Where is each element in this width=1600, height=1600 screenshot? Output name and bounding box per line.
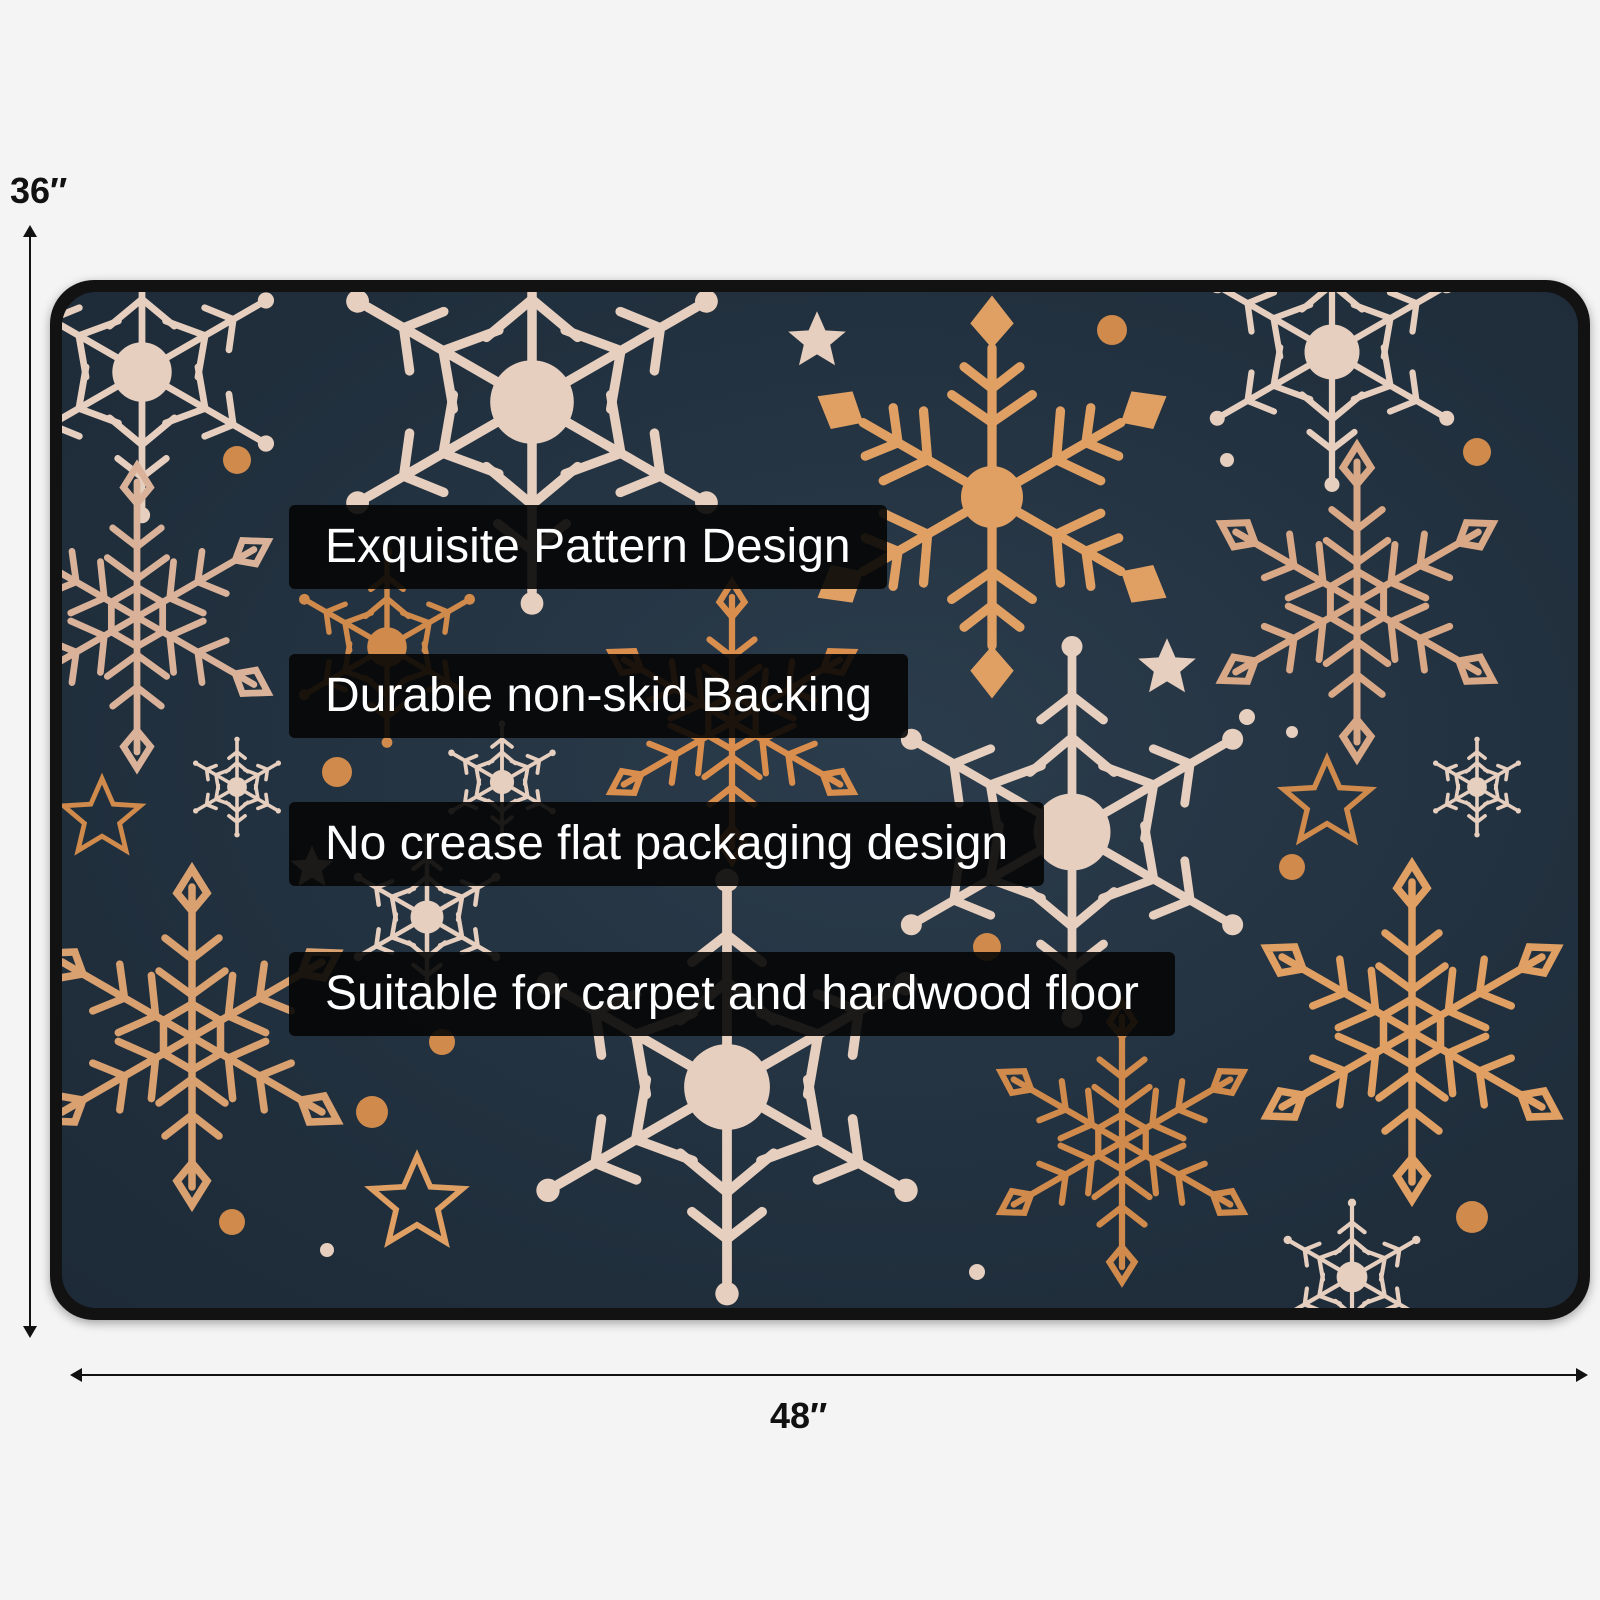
- feature-label-non-skid-backing: Durable non-skid Backing: [289, 654, 908, 738]
- feature-label-flat-packaging: No crease flat packaging design: [289, 802, 1045, 886]
- arrow-right-icon: [1576, 1368, 1588, 1382]
- snowflake-icon: [1196, 292, 1468, 492]
- star-icon: [1284, 759, 1370, 840]
- snowflake-icon: [797, 296, 1186, 699]
- arrow-down-icon: [23, 1326, 37, 1338]
- star-icon: [371, 1156, 462, 1242]
- snowflake-icon: [188, 737, 286, 838]
- snowflake-icon: [62, 292, 289, 523]
- snowflake-icon: [987, 1002, 1257, 1282]
- snowflake-icon: [1250, 864, 1574, 1200]
- height-dimension-line: [29, 232, 31, 1330]
- door-mat: Exquisite Pattern Design Durable non-ski…: [50, 280, 1590, 1320]
- snowflake-icon: [514, 869, 939, 1306]
- star-icon: [1138, 638, 1196, 693]
- mat-surface: Exquisite Pattern Design Durable non-ski…: [62, 292, 1578, 1308]
- snowflake-pattern: [62, 292, 1578, 1308]
- width-dimension-line: [76, 1374, 1582, 1376]
- snowflake-icon: [62, 466, 283, 768]
- snowflake-icon: [62, 869, 354, 1205]
- star-icon: [64, 779, 141, 851]
- feature-label-pattern-design: Exquisite Pattern Design: [289, 505, 887, 589]
- snowflake-icon: [1428, 737, 1526, 838]
- snowflake-icon: [1276, 1199, 1429, 1308]
- width-dimension-label: 48″: [770, 1395, 828, 1436]
- height-dimension-label: 36″: [10, 170, 68, 211]
- star-icon: [788, 311, 846, 366]
- feature-label-floor-suitability: Suitable for carpet and hardwood floor: [289, 952, 1175, 1036]
